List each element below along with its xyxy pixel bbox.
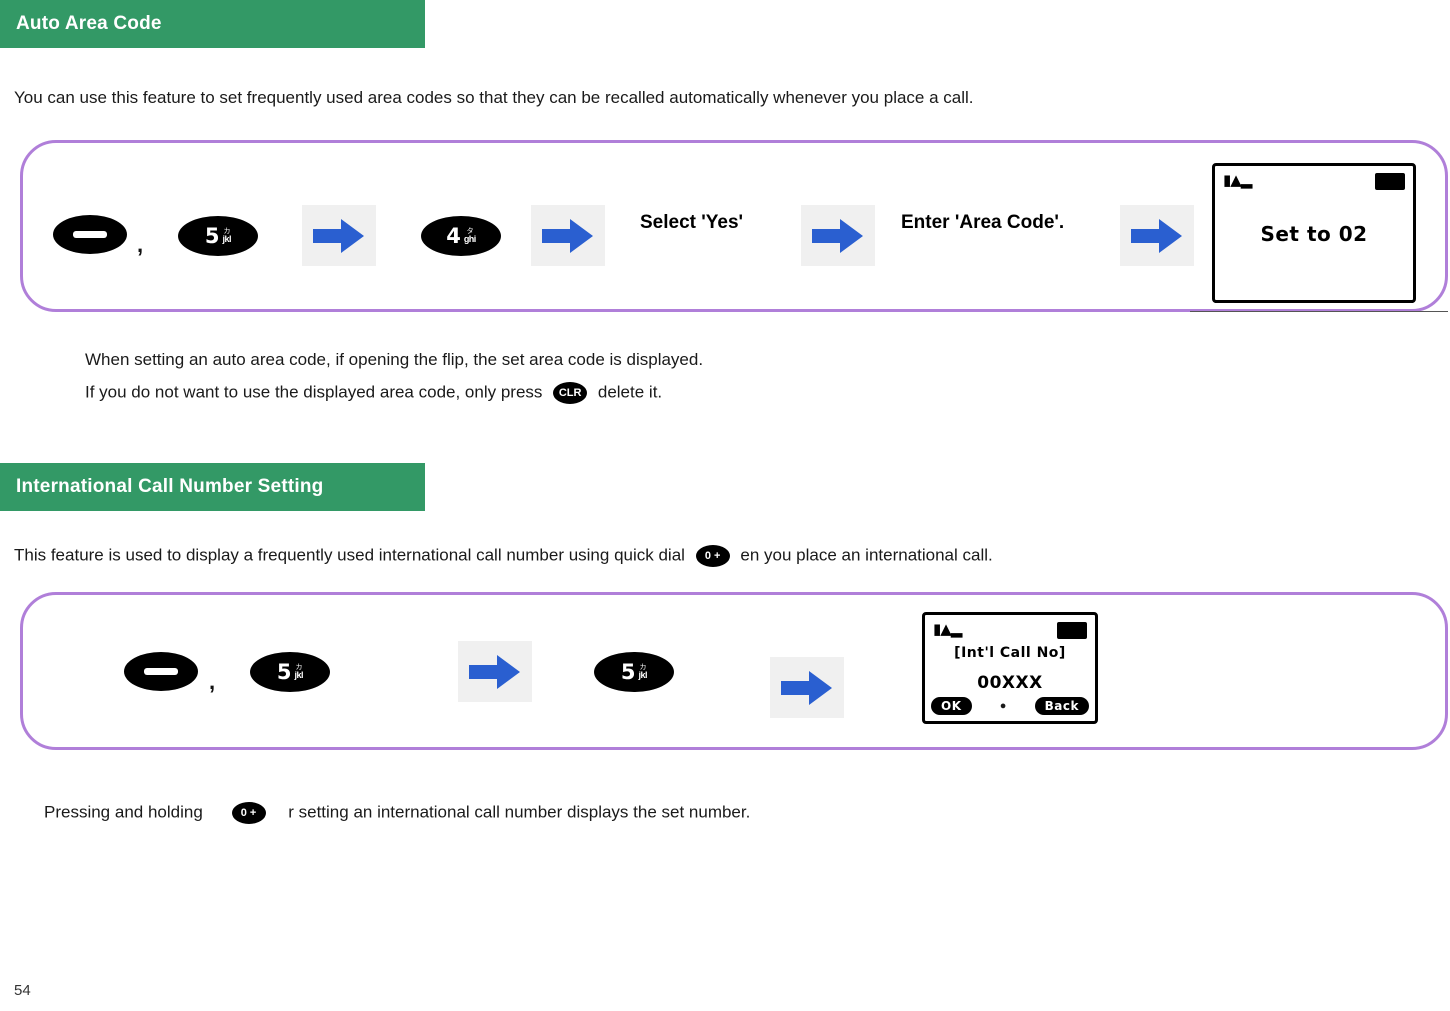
signal-icon: ▮▲▂ <box>933 620 962 638</box>
intro-paragraph-auto-area-code: You can use this feature to set frequent… <box>14 88 974 107</box>
key-digit: 5 <box>204 223 220 248</box>
softkey-back[interactable]: Back <box>1034 697 1089 715</box>
flow-step-select-yes: Select 'Yes' <box>640 212 744 233</box>
key-sublabels: カ jkl <box>295 664 304 680</box>
key-sublabels: カ jkl <box>223 228 232 244</box>
phone-screen-set-to-02: ▮▲▂ Set to 02 <box>1212 163 1416 303</box>
note-text-after: delete it. <box>597 382 663 402</box>
signal-icon: ▮▲▂ <box>1223 171 1252 189</box>
key-sublabels: タ ghi <box>463 228 477 244</box>
arrow-right-icon-3 <box>801 205 875 266</box>
zero-plus-key-icon-2: 0 + <box>231 802 266 824</box>
key-menu-bar <box>143 667 179 676</box>
key-digit: 5 <box>620 659 636 684</box>
note-auto-area-code-1: When setting an auto area code, if openi… <box>85 350 704 369</box>
flow-comma-1: , <box>137 232 144 257</box>
lcd-bottom-line <box>1215 300 1413 303</box>
intro-text-before: This feature is used to display a freque… <box>14 545 685 565</box>
key-4-icon-1: 4 タ ghi <box>421 216 501 256</box>
note-international-call-1: Pressing and holding 0 + r setting an in… <box>44 802 750 824</box>
arrow-right-icon-6 <box>770 657 844 718</box>
section-header-auto-area-code: Auto Area Code <box>0 0 425 48</box>
intro-text-after: en you place an international call. <box>740 545 993 565</box>
key-sub-bottom: ghi <box>463 234 477 244</box>
section-title: International Call Number Setting <box>16 476 324 497</box>
arrow-right-icon-2 <box>531 205 605 266</box>
key-sub-bottom: jkl <box>222 234 232 244</box>
flow-step-enter-area-code: Enter 'Area Code'. <box>901 212 1065 233</box>
lcd-softkey-bar: OK ● Back <box>931 697 1089 715</box>
arrow-right-icon-4 <box>1120 205 1194 266</box>
note-text-before: If you do not want to use the displayed … <box>85 382 543 402</box>
key-5-icon-3: 5 カ jkl <box>594 652 674 692</box>
lcd-status-bar: ▮▲▂ <box>933 620 1087 639</box>
key-digit: 4 <box>446 223 461 248</box>
flow-diagram-international-call <box>20 592 1448 750</box>
zero-plus-key-icon-1: 0 + <box>695 545 730 567</box>
note-text-before: Pressing and holding <box>44 802 203 822</box>
key-menu-icon-1 <box>53 215 127 254</box>
lcd-main-text: Set to 02 <box>1260 222 1368 246</box>
battery-icon <box>1057 622 1087 639</box>
softkey-ok[interactable]: OK <box>931 697 972 715</box>
lcd-status-bar: ▮▲▂ <box>1223 171 1405 190</box>
key-sub-bottom: jkl <box>638 670 648 680</box>
key-digit: 5 <box>276 659 292 684</box>
phone-screen-intl-call-no: ▮▲▂ [Int'l Call No] 00XXX OK ● Back <box>922 612 1098 724</box>
clr-key-icon: CLR <box>553 382 588 404</box>
note-text-after: r setting an international call number d… <box>288 802 751 822</box>
key-sublabels: カ jkl <box>639 664 648 680</box>
intro-paragraph-international-call: This feature is used to display a freque… <box>14 545 993 567</box>
section-header-international-call-number-setting: International Call Number Setting <box>0 463 425 511</box>
page-number: 54 <box>14 982 31 999</box>
arrow-right-icon-5 <box>458 641 532 702</box>
arrow-right-icon-1 <box>302 205 376 266</box>
softkey-separator: ● <box>999 700 1007 712</box>
note-auto-area-code-2: If you do not want to use the displayed … <box>85 382 662 404</box>
section-title: Auto Area Code <box>16 13 162 34</box>
lcd-title-text: [Int'l Call No] <box>954 645 1066 661</box>
key-menu-bar <box>72 230 108 239</box>
key-menu-icon-2 <box>124 652 198 691</box>
battery-icon <box>1375 173 1405 190</box>
lcd-value-text: 00XXX <box>977 673 1043 693</box>
flow-divider-line <box>1190 311 1448 312</box>
flow-comma-2: , <box>209 669 216 694</box>
key-5-icon-1: 5 カ jkl <box>178 216 258 256</box>
key-sub-bottom: jkl <box>294 670 304 680</box>
key-5-icon-2: 5 カ jkl <box>250 652 330 692</box>
